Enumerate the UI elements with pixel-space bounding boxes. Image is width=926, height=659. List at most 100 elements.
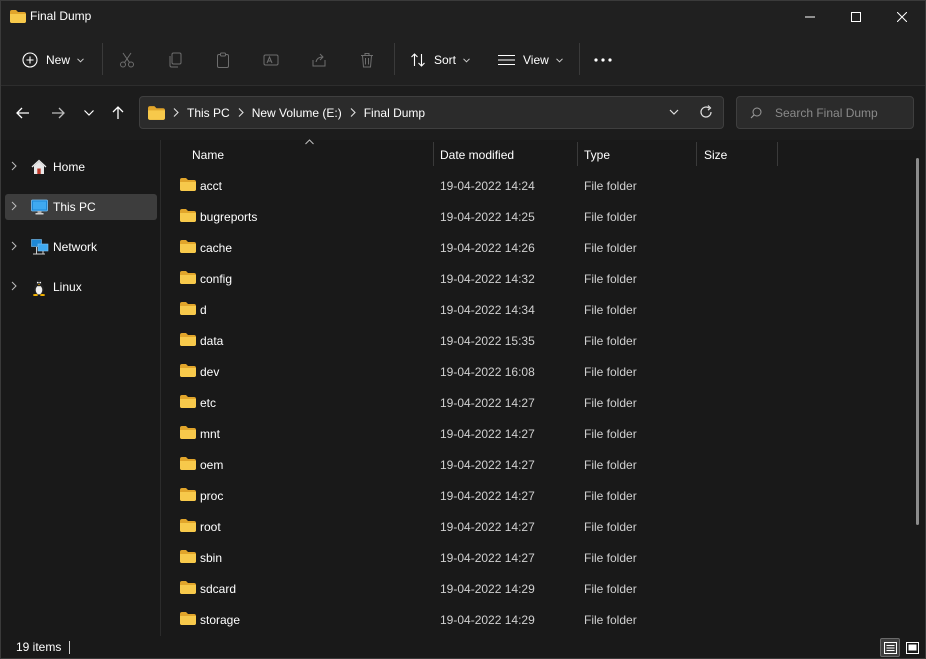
file-date-modified: 19-04-2022 14:27 [440, 520, 535, 534]
sort-button-label: Sort [434, 53, 457, 67]
sidebar-item-this-pc[interactable]: This PC [5, 194, 157, 220]
home-icon [31, 159, 47, 174]
see-more-button[interactable] [594, 45, 612, 75]
file-row[interactable]: data 19-04-2022 15:35 File folder [172, 325, 912, 356]
folder-icon [180, 612, 196, 625]
sidebar-item-home[interactable]: Home [5, 154, 157, 180]
breadcrumb-this-pc[interactable]: This PC [187, 106, 230, 120]
file-name: sbin [200, 551, 223, 565]
file-list: Name Date modified Type Size acct 19-04-2… [162, 139, 925, 636]
search-icon [750, 107, 762, 119]
computer-icon [31, 199, 48, 215]
breadcrumb-final-dump[interactable]: Final Dump [364, 106, 425, 120]
new-button[interactable]: New [22, 45, 84, 75]
search-box[interactable] [736, 96, 914, 129]
vertical-scrollbar[interactable] [916, 158, 919, 525]
breadcrumb-new-volume[interactable]: New Volume (E:) [252, 106, 342, 120]
chevron-down-icon [84, 110, 94, 116]
file-row[interactable]: mnt 19-04-2022 14:27 File folder [172, 418, 912, 449]
file-date-modified: 19-04-2022 14:26 [440, 241, 535, 255]
chevron-right-icon[interactable] [11, 161, 17, 171]
file-name: cache [200, 241, 233, 255]
forward-button[interactable] [46, 102, 70, 124]
column-header-type[interactable]: Type [578, 140, 696, 168]
delete-button[interactable] [359, 45, 375, 75]
file-row[interactable]: config 19-04-2022 14:32 File folder [172, 263, 912, 294]
folder-icon [180, 364, 196, 377]
maximize-button[interactable] [833, 1, 879, 33]
file-row[interactable]: oem 19-04-2022 14:27 File folder [172, 449, 912, 480]
file-row[interactable]: sdcard 19-04-2022 14:29 File folder [172, 573, 912, 604]
up-button[interactable] [106, 102, 130, 124]
arrow-right-icon [52, 107, 65, 119]
file-name: config [200, 272, 233, 286]
details-view-button[interactable] [880, 638, 900, 657]
share-button[interactable] [311, 45, 327, 75]
file-name: mnt [200, 427, 221, 441]
large-icons-view-button[interactable] [902, 638, 922, 657]
file-date-modified: 19-04-2022 15:35 [440, 334, 535, 348]
file-row[interactable]: dev 19-04-2022 16:08 File folder [172, 356, 912, 387]
file-row[interactable]: root 19-04-2022 14:27 File folder [172, 511, 912, 542]
file-type: File folder [584, 365, 637, 379]
minimize-icon [805, 16, 815, 18]
file-type: File folder [584, 458, 637, 472]
file-row[interactable]: bugreports 19-04-2022 14:25 File folder [172, 201, 912, 232]
minimize-button[interactable] [787, 1, 833, 33]
file-date-modified: 19-04-2022 14:29 [440, 582, 535, 596]
more-icon [594, 58, 612, 62]
copy-button[interactable] [167, 45, 183, 75]
toolbar-divider [394, 43, 395, 75]
column-header-size[interactable]: Size [697, 140, 776, 168]
recent-locations-button[interactable] [77, 102, 101, 124]
folder-icon [180, 488, 196, 501]
view-button[interactable]: View [498, 45, 563, 75]
pane-divider[interactable] [160, 140, 161, 636]
chevron-down-icon[interactable] [667, 105, 681, 119]
sidebar-item-label: Network [53, 240, 98, 254]
file-row[interactable]: cache 19-04-2022 14:26 File folder [172, 232, 912, 263]
file-name: proc [200, 489, 224, 503]
thumbnail-view-icon [905, 641, 919, 654]
sort-button[interactable]: Sort [410, 45, 470, 75]
column-header-name[interactable]: Name [182, 140, 432, 168]
file-row[interactable]: storage 19-04-2022 14:29 File folder [172, 604, 912, 635]
column-header-date-modified[interactable]: Date modified [434, 140, 577, 168]
address-bar[interactable]: This PC New Volume (E:) Final Dump [139, 96, 724, 129]
search-input[interactable] [775, 104, 910, 122]
copy-icon [169, 52, 182, 68]
column-divider[interactable] [777, 142, 778, 166]
chevron-right-icon[interactable] [11, 201, 17, 211]
file-row[interactable]: sbin 19-04-2022 14:27 File folder [172, 542, 912, 573]
rename-button[interactable] [263, 45, 279, 75]
paste-button[interactable] [215, 45, 231, 75]
file-date-modified: 19-04-2022 14:27 [440, 458, 535, 472]
chevron-right-icon[interactable] [11, 241, 17, 251]
sidebar-item-network[interactable]: Network [5, 234, 157, 260]
back-button[interactable] [11, 102, 35, 124]
file-name: dev [200, 365, 220, 379]
scissors-icon [120, 52, 134, 68]
file-row[interactable]: d 19-04-2022 14:34 File folder [172, 294, 912, 325]
close-button[interactable] [879, 1, 925, 33]
file-type: File folder [584, 613, 637, 627]
sidebar-item-linux[interactable]: Linux [5, 274, 157, 300]
file-name: d [200, 303, 207, 317]
cut-button[interactable] [119, 45, 135, 75]
refresh-icon[interactable] [698, 104, 714, 120]
chevron-right-icon[interactable] [11, 281, 17, 291]
folder-icon [180, 333, 196, 346]
file-date-modified: 19-04-2022 14:29 [440, 613, 535, 627]
status-bar: 19 items [1, 636, 925, 658]
file-name: storage [200, 613, 241, 627]
file-name: root [200, 520, 221, 534]
file-date-modified: 19-04-2022 14:25 [440, 210, 535, 224]
file-row[interactable]: proc 19-04-2022 14:27 File folder [172, 480, 912, 511]
file-row[interactable]: etc 19-04-2022 14:27 File folder [172, 387, 912, 418]
file-date-modified: 19-04-2022 14:27 [440, 489, 535, 503]
sidebar-item-label: Linux [53, 280, 82, 294]
file-row[interactable]: acct 19-04-2022 14:24 File folder [172, 170, 912, 201]
file-type: File folder [584, 334, 637, 348]
window-title: Final Dump [30, 9, 92, 23]
item-count: 19 items [16, 640, 62, 654]
